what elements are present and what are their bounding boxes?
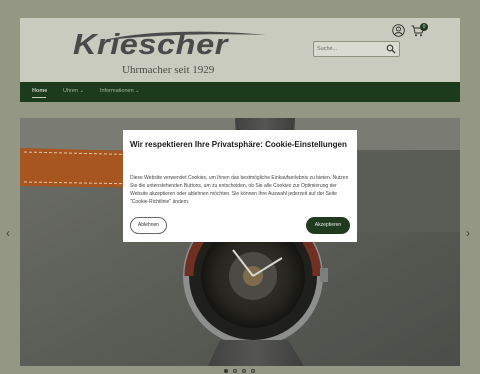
main-navigation: Home Uhren ⌄ Informationen ⌄ [20, 82, 460, 102]
nav-active-indicator [32, 97, 46, 98]
cart-count-badge: 0 [420, 23, 428, 31]
cookie-consent-dialog: Wir respektieren Ihre Privatsphäre: Cook… [123, 130, 357, 242]
decline-cookies-button[interactable]: Ablehnen [130, 217, 167, 234]
carousel-prev-button[interactable]: ‹ [6, 226, 10, 240]
accept-cookies-button[interactable]: Akzeptieren [306, 217, 350, 234]
search-icon[interactable] [386, 44, 396, 54]
user-account-icon[interactable] [392, 24, 405, 37]
carousel-dot[interactable] [233, 369, 237, 373]
search-input[interactable] [316, 43, 382, 55]
cookie-dialog-title: Wir respektieren Ihre Privatsphäre: Cook… [130, 140, 347, 149]
carousel-dot[interactable] [242, 369, 246, 373]
carousel-dot[interactable] [251, 369, 255, 373]
nav-item-home[interactable]: Home [32, 88, 47, 94]
carousel-dot[interactable] [224, 369, 228, 373]
carousel-indicators [224, 368, 258, 374]
carousel-next-button[interactable]: › [466, 226, 470, 240]
logo-wordmark: Kriescher [73, 29, 228, 61]
nav-item-uhren[interactable]: Uhren ⌄ [63, 88, 84, 94]
nav-item-informationen[interactable]: Informationen ⌄ [100, 88, 140, 94]
logo[interactable]: Kriescher Uhrmacher seit 1929 [70, 29, 270, 77]
cookie-dialog-text: Diese Website verwendet Cookies, um Ihne… [130, 175, 349, 205]
search-box [313, 41, 400, 57]
logo-tagline: Uhrmacher seit 1929 [122, 64, 215, 76]
